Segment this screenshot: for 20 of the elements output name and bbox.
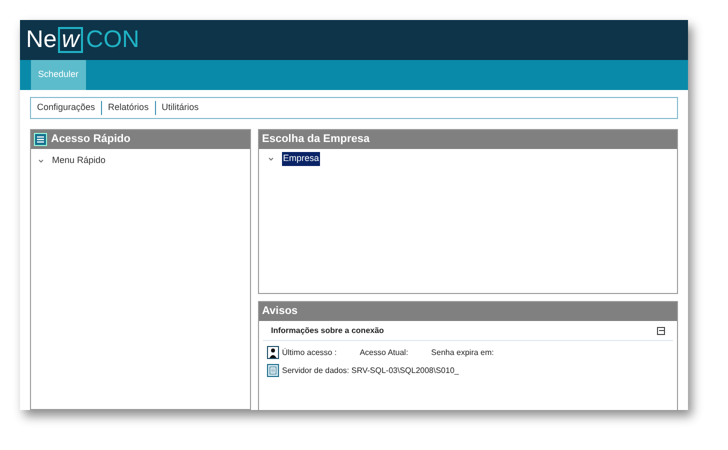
- chevron-down-icon[interactable]: [268, 156, 274, 162]
- info-text: Último acesso :: [282, 346, 337, 358]
- list-icon: [34, 133, 47, 146]
- menu-item[interactable]: Utilitários: [162, 101, 199, 115]
- document-icon: [267, 364, 279, 377]
- menu-item[interactable]: Relatórios: [108, 101, 149, 115]
- menu-item[interactable]: Configurações: [37, 101, 96, 115]
- info-text: Senha expira em:: [431, 346, 494, 358]
- section-title: Informações sobre a conexão: [271, 324, 384, 336]
- logo: Ne w CON: [26, 27, 140, 53]
- chevron-down-icon[interactable]: [38, 158, 44, 164]
- panel-title: Escolha da Empresa: [262, 132, 370, 148]
- tree-item[interactable]: Empresa: [282, 152, 320, 166]
- panel-title: Acesso Rápido: [51, 132, 130, 148]
- user-icon: [267, 346, 279, 359]
- info-text: Servidor de dados: SRV-SQL-03\SQL2008\S010_: [282, 364, 459, 376]
- tree-item[interactable]: Menu Rápido: [52, 154, 106, 168]
- collapse-icon[interactable]: [657, 326, 665, 334]
- info-text: Acesso Atual:: [360, 346, 408, 358]
- panel-title: Avisos: [262, 304, 298, 320]
